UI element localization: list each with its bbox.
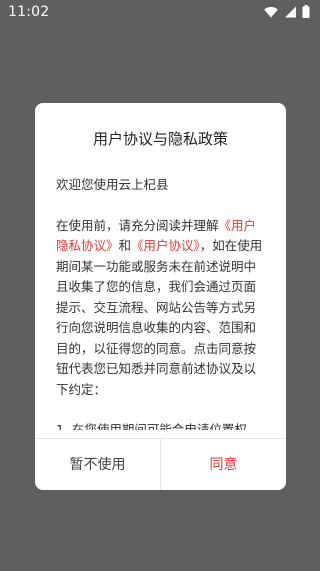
dialog-body-scroll[interactable]: 欢迎您使用云上杞县 在使用前，请充分阅读并理解《用户隐私协议》和《用户协议》，如…: [56, 175, 266, 430]
privacy-dialog: 用户协议与隐私政策 欢迎您使用云上杞县 在使用前，请充分阅读并理解《用户隐私协议…: [35, 103, 286, 490]
status-bar: 11:02: [0, 0, 320, 24]
agreement-paragraph: 在使用前，请充分阅读并理解《用户隐私协议》和《用户协议》，如在使用期间某一功能或…: [56, 216, 266, 401]
status-icons: [264, 3, 310, 22]
status-time: 11:02: [8, 4, 50, 20]
disagree-button[interactable]: 暂不使用: [35, 439, 160, 490]
and-text: 和: [118, 238, 132, 253]
agree-button[interactable]: 同意: [161, 439, 286, 490]
cellular-signal-icon: [284, 3, 296, 22]
user-agreement-link[interactable]: 《用户协议》: [131, 238, 200, 253]
battery-icon: [302, 3, 310, 22]
agreement-suffix: ，如在使用期间某一功能或服务未在前述说明中且收集了您的信息，我们会通过页面提示、…: [56, 238, 263, 397]
wifi-icon: [264, 3, 278, 22]
greeting-text: 欢迎您使用云上杞县: [56, 177, 169, 192]
dialog-title: 用户协议与隐私政策: [92, 130, 228, 148]
location-permission-item: 1. 在您使用期间可能会申请位置权限，用于为您推荐本地新闻、发表信息时展示位置信…: [56, 422, 247, 430]
agreement-prefix: 在使用前，请充分阅读并理解: [56, 217, 219, 233]
